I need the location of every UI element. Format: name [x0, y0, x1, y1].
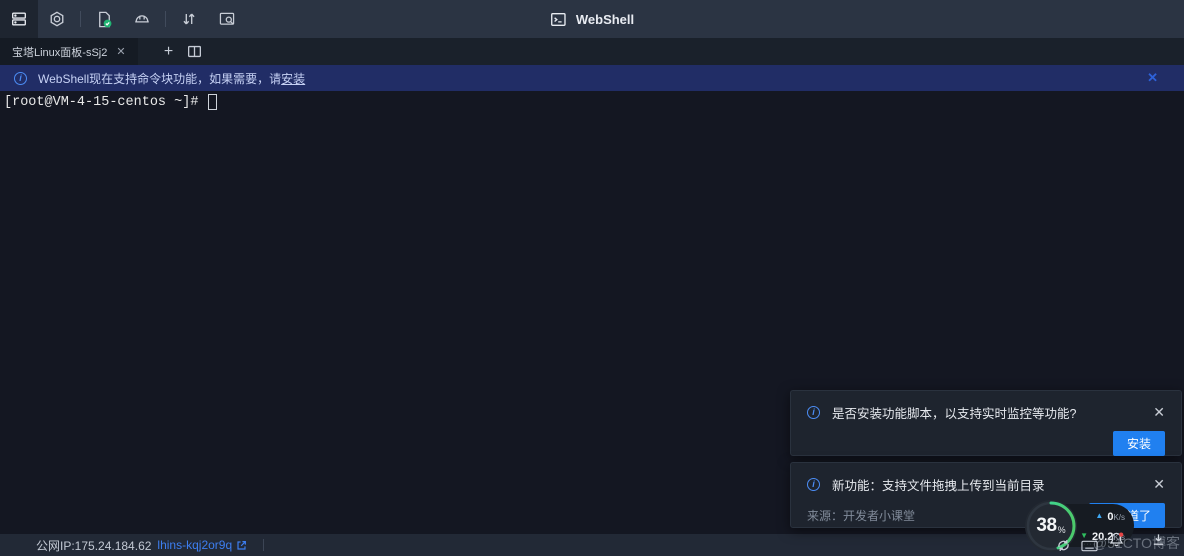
- server-grid-icon: [10, 10, 28, 28]
- split-pane-button[interactable]: [182, 38, 208, 65]
- watermark: @51CTO博客: [1093, 533, 1180, 553]
- helmet-icon: [133, 10, 151, 28]
- tab-bar: 宝塔Linux面板-sSj2 ✕ +: [0, 38, 1184, 65]
- split-pane-icon: [187, 45, 202, 58]
- toolbar-divider: [165, 11, 166, 27]
- notification-bell-icon[interactable]: [1108, 531, 1125, 548]
- safety-button[interactable]: [123, 0, 161, 38]
- refresh-icon[interactable]: [1056, 538, 1071, 553]
- tab-baota-panel[interactable]: 宝塔Linux面板-sSj2 ✕: [0, 38, 138, 65]
- sort-arrows-icon: [180, 10, 198, 28]
- public-ip-label: 公网IP:175.24.184.62: [36, 537, 151, 554]
- status-bar: 公网IP:175.24.184.62 lhins-kqj2or9q: [0, 534, 1184, 556]
- toast-close-icon[interactable]: ✕: [1153, 476, 1165, 493]
- toast-source: 来源：开发者小课堂: [807, 507, 915, 524]
- toast-message: 是否安装功能脚本，以支持实时监控等功能?: [832, 403, 1145, 422]
- window-search-icon: [218, 10, 236, 28]
- keyboard-icon[interactable]: [1081, 540, 1098, 552]
- watermark-text: @51CTO博客: [1093, 535, 1180, 551]
- settings-button[interactable]: [38, 0, 76, 38]
- terminal-quick-tools: [1056, 538, 1098, 553]
- toolbar-divider: [80, 11, 81, 27]
- terminal-icon: [550, 11, 567, 28]
- gauge-percent-value: 38: [1036, 515, 1056, 537]
- banner-install-link[interactable]: 安装: [281, 70, 305, 87]
- server-list-button[interactable]: [0, 0, 38, 38]
- toolbar-left-group: [0, 0, 246, 38]
- external-link-icon[interactable]: [236, 540, 247, 551]
- status-divider: [263, 539, 264, 551]
- page-title: WebShell: [576, 12, 634, 27]
- terminal-cursor: [208, 94, 217, 110]
- settings-nut-icon: [48, 10, 66, 28]
- window-search-button[interactable]: [208, 0, 246, 38]
- file-check-icon: [95, 10, 114, 29]
- toast-install-monitor: i 是否安装功能脚本，以支持实时监控等功能? ✕ 安装: [790, 390, 1182, 456]
- upload-unit: K/s: [1113, 513, 1125, 522]
- info-icon: i: [807, 406, 820, 419]
- script-check-button[interactable]: [85, 0, 123, 38]
- info-icon: i: [807, 478, 820, 491]
- banner-message: WebShell现在支持命令块功能，如果需要，请: [38, 70, 281, 87]
- tab-close-icon[interactable]: ✕: [116, 45, 125, 58]
- install-button[interactable]: 安装: [1113, 431, 1165, 456]
- info-icon: i: [14, 72, 27, 85]
- upload-arrow-icon: ▲: [1095, 511, 1103, 520]
- banner-close-icon[interactable]: ✕: [1147, 70, 1158, 86]
- webshell-title: WebShell: [550, 0, 634, 38]
- webshell-notice-banner: i WebShell现在支持命令块功能，如果需要，请安装 ✕: [0, 65, 1184, 91]
- toast-close-icon[interactable]: ✕: [1153, 404, 1165, 421]
- terminal-prompt-line: [root@VM-4-15-centos ~]#: [4, 94, 1180, 110]
- new-tab-button[interactable]: +: [156, 38, 182, 65]
- top-toolbar: WebShell: [0, 0, 1184, 38]
- toast-message: 新功能：支持文件拖拽上传到当前目录: [832, 475, 1145, 494]
- tab-label: 宝塔Linux面板-sSj2: [12, 44, 107, 60]
- transfer-button[interactable]: [170, 0, 208, 38]
- download-icon[interactable]: [1151, 532, 1166, 547]
- instance-link[interactable]: lhins-kqj2or9q: [157, 538, 232, 552]
- gauge-percent-sign: %: [1058, 525, 1066, 535]
- terminal-prompt: [root@VM-4-15-centos ~]#: [4, 95, 207, 110]
